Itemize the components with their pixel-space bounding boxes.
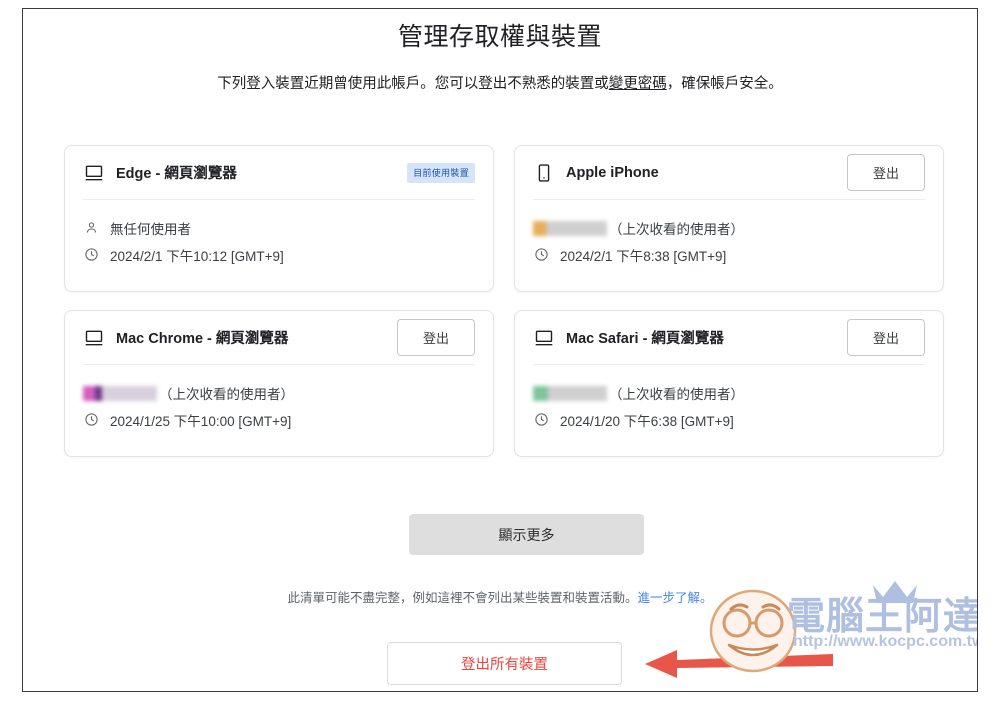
status-badge: 目前使用裝置 [407, 162, 475, 183]
device-user-text: （上次收看的使用者） [159, 386, 294, 402]
redacted-username [533, 221, 607, 236]
manage-devices-page: 管理存取權與裝置 下列登入裝置近期曾使用此帳戶。您可以登出不熟悉的裝置或變更密碼… [23, 9, 977, 691]
device-card-body: （上次收看的使用者） 2024/1/20 下午6:38 [GMT+9] [533, 365, 925, 433]
watermark-url: http://www.kocpc.com.tw [793, 633, 978, 650]
screenshot-frame: 管理存取權與裝置 下列登入裝置近期曾使用此帳戶。您可以登出不熟悉的裝置或變更密碼… [22, 8, 978, 692]
device-user-row: （上次收看的使用者） [533, 379, 925, 406]
person-icon [83, 220, 99, 236]
device-last-used-time: 2024/1/25 下午10:00 [GMT+9] [110, 413, 292, 429]
device-time-row: 2024/1/20 下午6:38 [GMT+9] [533, 406, 925, 433]
sign-out-button[interactable]: 登出 [397, 319, 475, 356]
sign-out-button[interactable]: 登出 [847, 319, 925, 356]
monitor-icon [83, 327, 105, 349]
device-user-row: 無任何使用者 [83, 214, 475, 241]
device-user-text: （上次收看的使用者） [609, 386, 744, 402]
device-last-used-time: 2024/2/1 下午8:38 [GMT+9] [560, 248, 727, 264]
device-last-used-time: 2024/1/20 下午6:38 [GMT+9] [560, 413, 734, 429]
device-card-header: Mac Safari - 網頁瀏覽器 登出 [533, 311, 925, 365]
page-description: 下列登入裝置近期曾使用此帳戶。您可以登出不熟悉的裝置或變更密碼，確保帳戶安全。 [177, 71, 823, 97]
device-user-row: （上次收看的使用者） [533, 214, 925, 241]
device-card-grid: Edge - 網頁瀏覽器 目前使用裝置 無任何使用者 2024/2/1 下午10… [64, 145, 944, 457]
phone-icon [533, 162, 555, 184]
sign-out-button[interactable]: 登出 [847, 154, 925, 191]
device-time-row: 2024/2/1 下午10:12 [GMT+9] [83, 241, 475, 268]
clock-icon [533, 412, 549, 428]
footer-note-text: 此清單可能不盡完整，例如這裡不會列出某些裝置和裝置活動。 [287, 591, 638, 605]
redacted-username [83, 386, 157, 401]
device-card: Mac Safari - 網頁瀏覽器 登出 （上次收看的使用者） 2024/1/… [514, 310, 944, 457]
device-user-row: （上次收看的使用者） [83, 379, 475, 406]
device-user-text: 無任何使用者 [110, 221, 191, 237]
device-time-row: 2024/2/1 下午8:38 [GMT+9] [533, 241, 925, 268]
device-last-used-time: 2024/2/1 下午10:12 [GMT+9] [110, 248, 284, 264]
show-more-button[interactable]: 顯示更多 [409, 514, 644, 555]
device-card-body: （上次收看的使用者） 2024/2/1 下午8:38 [GMT+9] [533, 200, 925, 268]
learn-more-link[interactable]: 進一步了解。 [638, 591, 713, 605]
clock-icon [83, 247, 99, 263]
page-description-part2: ，確保帳戶安全。 [666, 76, 783, 92]
device-card-body: 無任何使用者 2024/2/1 下午10:12 [GMT+9] [83, 200, 475, 268]
redacted-username [533, 386, 607, 401]
page-title: 管理存取權與裝置 [397, 23, 602, 51]
device-name: Edge - 網頁瀏覽器 [116, 166, 237, 182]
device-card: Edge - 網頁瀏覽器 目前使用裝置 無任何使用者 2024/2/1 下午10… [64, 145, 494, 292]
annotation-arrow [637, 646, 833, 682]
monitor-icon [83, 162, 105, 184]
device-card: Mac Chrome - 網頁瀏覽器 登出 （上次收看的使用者） 2024/1/… [64, 310, 494, 457]
device-card-body: （上次收看的使用者） 2024/1/25 下午10:00 [GMT+9] [83, 365, 475, 433]
clock-icon [533, 247, 549, 263]
device-card-header: Mac Chrome - 網頁瀏覽器 登出 [83, 311, 475, 365]
device-time-row: 2024/1/25 下午10:00 [GMT+9] [83, 406, 475, 433]
device-card-header: Edge - 網頁瀏覽器 目前使用裝置 [83, 146, 475, 200]
device-name: Apple iPhone [566, 164, 659, 181]
device-name: Mac Safari - 網頁瀏覽器 [566, 331, 724, 347]
clock-icon [83, 412, 99, 428]
footer-note: 此清單可能不盡完整，例如這裡不會列出某些裝置和裝置活動。進一步了解。 [23, 587, 977, 606]
monitor-icon [533, 327, 555, 349]
device-card: Apple iPhone 登出 （上次收看的使用者） 2024/2/1 下午8:… [514, 145, 944, 292]
sign-out-all-devices-button[interactable]: 登出所有裝置 [387, 642, 622, 685]
change-password-link[interactable]: 變更密碼 [609, 76, 667, 92]
device-name: Mac Chrome - 網頁瀏覽器 [116, 331, 289, 347]
device-user-text: （上次收看的使用者） [609, 221, 744, 237]
device-card-header: Apple iPhone 登出 [533, 146, 925, 200]
page-description-part1: 下列登入裝置近期曾使用此帳戶。您可以登出不熟悉的裝置或 [217, 76, 609, 92]
